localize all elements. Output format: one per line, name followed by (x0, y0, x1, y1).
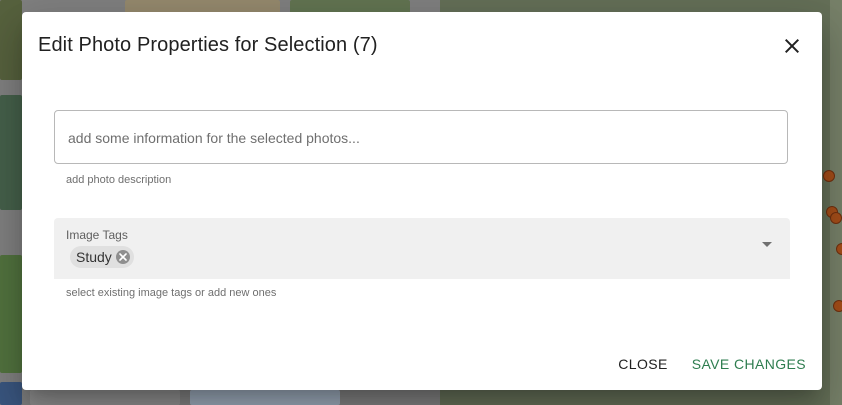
edit-photo-dialog: Edit Photo Properties for Selection (7) … (22, 12, 822, 390)
caret-down-icon[interactable] (762, 242, 772, 247)
description-field (54, 110, 788, 165)
image-tags-field[interactable]: Image Tags Study (54, 218, 790, 279)
dialog-title: Edit Photo Properties for Selection (7) (38, 34, 378, 56)
tags-hint: select existing image tags or add new on… (66, 287, 277, 299)
close-button[interactable]: CLOSE (618, 356, 667, 372)
image-tags-label: Image Tags (66, 228, 128, 242)
dialog-actions: CLOSE SAVE CHANGES (618, 356, 806, 372)
remove-tag-icon[interactable] (115, 250, 130, 264)
tag-chip[interactable]: Study (70, 246, 134, 268)
close-icon[interactable] (780, 34, 804, 58)
description-hint: add photo description (66, 174, 172, 186)
description-input[interactable] (66, 111, 770, 165)
tag-chip-label: Study (76, 249, 112, 265)
save-changes-button[interactable]: SAVE CHANGES (692, 356, 806, 372)
